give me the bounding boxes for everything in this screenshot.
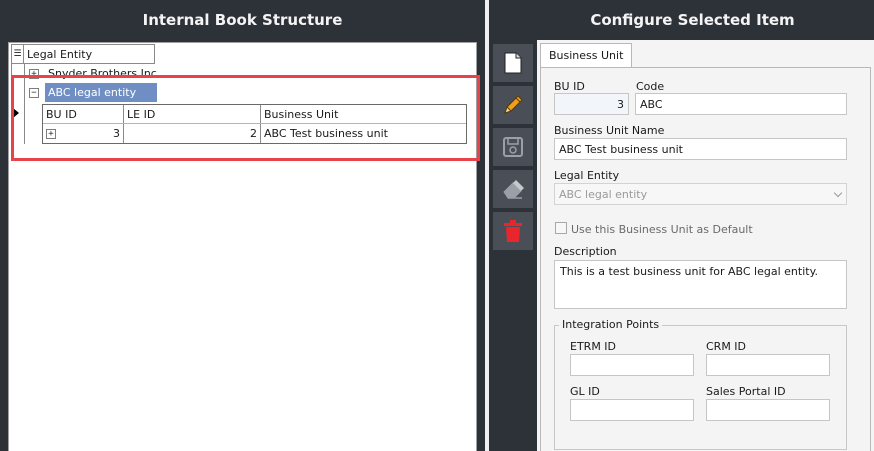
clear-button[interactable]	[493, 170, 533, 208]
sales-portal-id-field[interactable]	[706, 399, 830, 421]
sales-portal-id-label: Sales Portal ID	[706, 385, 786, 398]
legal-entity-column-header[interactable]: Legal Entity	[24, 48, 92, 61]
action-toolbar	[493, 44, 533, 254]
grid-header[interactable]: ☰ Legal Entity	[11, 44, 155, 64]
chevron-down-icon	[833, 188, 843, 198]
edit-pencil-icon	[504, 95, 523, 114]
code-field[interactable]: ABC	[635, 93, 847, 115]
crm-id-field[interactable]	[706, 354, 830, 376]
integration-points-title: Integration Points	[559, 318, 663, 331]
item-form-area: Business Unit BU ID 3 Code ABC Business …	[537, 40, 874, 451]
highlight-annotation-box	[11, 75, 480, 161]
bu-name-label: Business Unit Name	[554, 124, 665, 137]
legal-entity-label: Legal Entity	[554, 169, 620, 182]
default-checkbox[interactable]	[555, 222, 567, 234]
legal-entity-select[interactable]: ABC legal entity	[554, 183, 847, 205]
delete-button[interactable]	[493, 212, 533, 250]
save-button[interactable]	[493, 128, 533, 166]
code-label: Code	[636, 80, 665, 93]
business-unit-tab-body: BU ID 3 Code ABC Business Unit Name ABC …	[540, 67, 871, 451]
etrm-id-field[interactable]	[570, 354, 694, 376]
gl-id-label: GL ID	[570, 385, 600, 398]
description-label: Description	[554, 245, 617, 258]
right-panel-title: Configure Selected Item	[590, 11, 795, 29]
gl-id-field[interactable]	[570, 399, 694, 421]
description-textarea[interactable]: This is a test business unit for ABC leg…	[554, 260, 847, 309]
column-chooser-icon[interactable]: ☰	[12, 45, 24, 63]
new-button[interactable]	[493, 44, 533, 82]
etrm-id-label: ETRM ID	[570, 340, 617, 353]
eraser-icon	[503, 180, 524, 199]
tab-business-unit[interactable]: Business Unit	[540, 43, 633, 68]
app-window: Internal Book Structure ☰ Legal Entity +…	[0, 0, 874, 451]
bu-name-field[interactable]: ABC Test business unit	[554, 138, 847, 160]
left-panel-title: Internal Book Structure	[142, 11, 343, 29]
bu-id-label: BU ID	[554, 80, 585, 93]
internal-book-structure-panel: Internal Book Structure ☰ Legal Entity +…	[0, 0, 485, 451]
new-document-icon	[504, 52, 522, 74]
configure-selected-item-panel: Configure Selected Item Business Unit BU…	[489, 0, 874, 451]
default-checkbox-label: Use this Business Unit as Default	[571, 223, 753, 236]
edit-button[interactable]	[493, 86, 533, 124]
crm-id-label: CRM ID	[706, 340, 747, 353]
legal-entity-selected-value: ABC legal entity	[559, 187, 648, 201]
save-floppy-icon	[503, 137, 523, 157]
bu-id-field[interactable]: 3	[554, 93, 629, 115]
delete-trash-icon	[504, 220, 522, 242]
